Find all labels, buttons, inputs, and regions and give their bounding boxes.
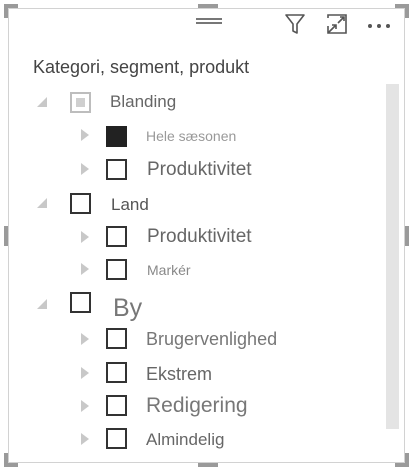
expand-caret-icon[interactable] (78, 432, 92, 446)
label-produktivitet-blanding: Produktivitet (147, 159, 252, 180)
label-redigering: Redigering (146, 394, 248, 417)
label-by: By (113, 294, 143, 322)
resize-handle-top[interactable] (198, 4, 218, 8)
checkbox-land[interactable] (70, 193, 91, 214)
checkbox-brugervenlighed[interactable] (106, 328, 127, 349)
checkbox-redigering[interactable] (106, 395, 127, 416)
expand-caret-icon[interactable] (78, 230, 92, 244)
checkbox-almindelig[interactable] (106, 428, 127, 449)
label-brugervenlighed: Brugervenlighed (146, 329, 278, 349)
resize-handle-top-left-vertical[interactable] (4, 4, 8, 18)
checkbox-by[interactable] (70, 292, 91, 313)
resize-handle-bottom-right-vertical[interactable] (405, 453, 409, 467)
more-options-icon[interactable] (366, 12, 390, 36)
checkbox-marker[interactable] (106, 259, 127, 280)
label-land: Land (111, 195, 149, 214)
collapse-caret-icon[interactable] (36, 196, 50, 210)
label-marker: Markér (147, 262, 191, 278)
label-hele-saesonen: Hele sæsonen (146, 128, 237, 144)
drag-grip-icon[interactable] (196, 18, 222, 26)
collapse-caret-icon[interactable] (36, 297, 50, 311)
expand-caret-icon[interactable] (78, 128, 92, 142)
label-produktivitet-land: Produktivitet (147, 226, 252, 247)
resize-handle-top-right-vertical[interactable] (405, 4, 409, 18)
checkbox-produktivitet-land[interactable] (106, 226, 127, 247)
checkbox-produktivitet-blanding[interactable] (106, 159, 127, 180)
resize-handle-left[interactable] (4, 226, 8, 246)
slicer-title: Kategori, segment, produkt (33, 57, 250, 77)
expand-caret-icon[interactable] (78, 332, 92, 346)
label-almindelig: Almindelig (146, 430, 225, 449)
collapse-caret-icon[interactable] (36, 95, 50, 109)
expand-caret-icon[interactable] (78, 366, 92, 380)
resize-handle-bottom[interactable] (198, 463, 218, 467)
resize-handle-right[interactable] (405, 226, 409, 246)
expand-caret-icon[interactable] (78, 162, 92, 176)
resize-handle-bottom-left-vertical[interactable] (4, 453, 8, 467)
checkbox-ekstrem[interactable] (106, 362, 127, 383)
focus-mode-icon[interactable] (325, 12, 349, 36)
vertical-scrollbar[interactable] (386, 84, 399, 429)
filter-icon[interactable] (283, 12, 307, 36)
checkbox-blanding[interactable] (70, 92, 91, 113)
expand-caret-icon[interactable] (78, 262, 92, 276)
expand-caret-icon[interactable] (78, 399, 92, 413)
checkbox-hele-saesonen[interactable] (106, 126, 127, 147)
label-ekstrem: Ekstrem (146, 364, 213, 384)
label-blanding: Blanding (110, 92, 177, 111)
